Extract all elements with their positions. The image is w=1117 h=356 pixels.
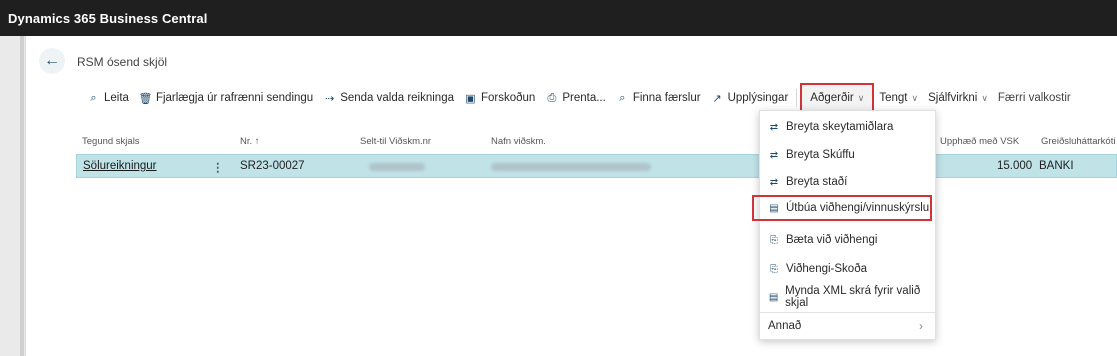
swap-icon: ⇄ [769,149,779,161]
preview-action[interactable]: ▣ Forskoðun [459,86,540,110]
fewer-options-button[interactable]: Færri valkostir [993,86,1076,110]
preview-label: Forskoðun [481,92,536,104]
menu-item-label: Breyta skeytamiðlara [786,121,894,133]
automate-menu-button[interactable]: Sjálfvirkni ∨ [923,86,993,110]
find-entries-icon: ⌕ [619,91,626,104]
menu-item-change-broker[interactable]: ⇄ Breyta skeytamiðlara [760,114,935,140]
menu-item-create-attachment[interactable]: ▤ Útbúa viðhengi/vinnuskýrslu [752,195,932,221]
find-entries-label: Finna færslur [632,92,701,104]
send-selected-invoices-action[interactable]: ⇢ Senda valda reikninga [318,86,459,110]
menu-item-add-attachment[interactable]: ⎘ Bæta við viðhengi [760,227,935,253]
top-app-bar: Dynamics 365 Business Central [0,0,1117,36]
action-bar: ⌕ Leita 🗑 Fjarlægja úr rafrænni sendingu… [27,83,1117,113]
swap-icon: ⇄ [769,121,779,133]
document-icon: ▤ [768,291,779,303]
menu-item-view-attachments[interactable]: ⎘ Viðhengi-Skoða [760,256,935,282]
col-customer-name[interactable]: Nafn viðskm. [491,136,546,147]
send-icon: ⇢ [325,92,335,105]
attachment-icon: ⎘ [770,234,778,246]
remove-from-sending-label: Fjarlægja úr rafrænni sendingu [155,92,314,104]
menu-item-change-status[interactable]: ⇄ Breyta staðí [760,169,935,195]
menu-item-label: Breyta staðí [786,176,848,188]
attachment-icon: ⎘ [770,263,778,275]
page-container: ← RSM ósend skjöl ⌕ Leita 🗑 Fjarlægja úr… [27,36,1117,356]
related-menu-button[interactable]: Tengt ∨ [874,86,923,110]
left-panel-edge [0,36,26,356]
search-action-label: Leita [104,92,129,104]
send-selected-invoices-label: Senda valda reikninga [340,92,454,104]
menu-item-label: Annað [768,320,802,332]
search-icon: ⌕ [90,91,97,104]
action-separator [796,89,798,107]
chevron-down-icon: ∨ [857,92,865,103]
preview-icon: ▣ [465,92,476,105]
related-menu-label: Tengt [879,92,908,104]
info-icon: ↗ [712,92,722,105]
menu-item-change-drawer[interactable]: ⇄ Breyta Skúffu [760,142,935,168]
info-label: Upplýsingar [727,92,789,104]
chevron-down-icon: ∨ [911,92,919,103]
col-payment-method-code[interactable]: Greiðsluháttarkóti [1041,136,1115,147]
col-amount-incl-vat[interactable]: Upphæð með VSK [940,136,1019,147]
menu-item-label: Útbúa viðhengi/vinnuskýrslu [786,202,930,214]
col-sell-to-customer-no[interactable]: Selt-til Viðskm.nr [360,136,431,147]
info-action[interactable]: ↗ Upplýsingar [706,86,794,110]
actions-dropdown-menu: ⇄ Breyta skeytamiðlara ⇄ Breyta Skúffu ⇄… [752,110,936,340]
payment-method-code: BANKI [1039,160,1074,172]
menu-item-create-xml[interactable]: ▤ Mynda XML skrá fyrir valið skjal [760,284,935,310]
fewer-options-label: Færri valkostir [997,92,1071,104]
actions-menu-button[interactable]: Aðgerðir ∨ [800,83,875,113]
app-title: Dynamics 365 Business Central [8,10,208,26]
document-no: SR23-00027 [240,160,305,172]
row-more-options-icon[interactable]: ⋮ [212,160,224,174]
actions-menu-label: Aðgerðir [810,92,854,104]
page-title: RSM ósend skjöl [77,55,168,69]
menu-item-label: Mynda XML skrá fyrir valið skjal [785,285,921,309]
redacted-customer-no [369,163,425,171]
menu-item-label: Bæta við viðhengi [786,234,878,246]
table-row[interactable]: Sölureikningur ⋮ SR23-00027 15.000 BANKI [76,154,1117,178]
redacted-customer-name [491,163,651,171]
col-no[interactable]: Nr. ↑ [240,136,260,147]
back-arrow-icon: ← [44,52,60,69]
automate-menu-label: Sjálfvirkni [928,92,978,104]
amount-incl-vat: 15.000 [997,160,1033,172]
document-icon: ▤ [769,202,779,214]
remove-from-sending-action[interactable]: 🗑 Fjarlægja úr rafrænni sendingu [134,86,318,110]
menu-item-other[interactable]: Annað › [760,313,935,339]
menu-item-label: Viðhengi-Skoða [786,263,867,275]
find-entries-action[interactable]: ⌕ Finna færslur [611,86,706,110]
document-type-link[interactable]: Sölureikningur [83,160,157,172]
swap-icon: ⇄ [769,176,779,188]
chevron-down-icon: ∨ [981,92,988,103]
delete-icon: 🗑 [138,92,153,105]
print-action[interactable]: ⎙ Prenta... [540,86,610,110]
back-button[interactable]: ← [39,48,65,74]
left-panel-divider [20,36,24,356]
chevron-right-icon: › [919,319,923,333]
print-icon: ⎙ [547,91,557,104]
search-action[interactable]: ⌕ Leita [82,86,134,110]
print-label: Prenta... [562,92,606,104]
menu-item-label: Breyta Skúffu [786,149,855,161]
col-document-type[interactable]: Tegund skjals [82,136,140,147]
table-header: Tegund skjals Nr. ↑ Selt-til Viðskm.nr N… [27,136,1117,152]
